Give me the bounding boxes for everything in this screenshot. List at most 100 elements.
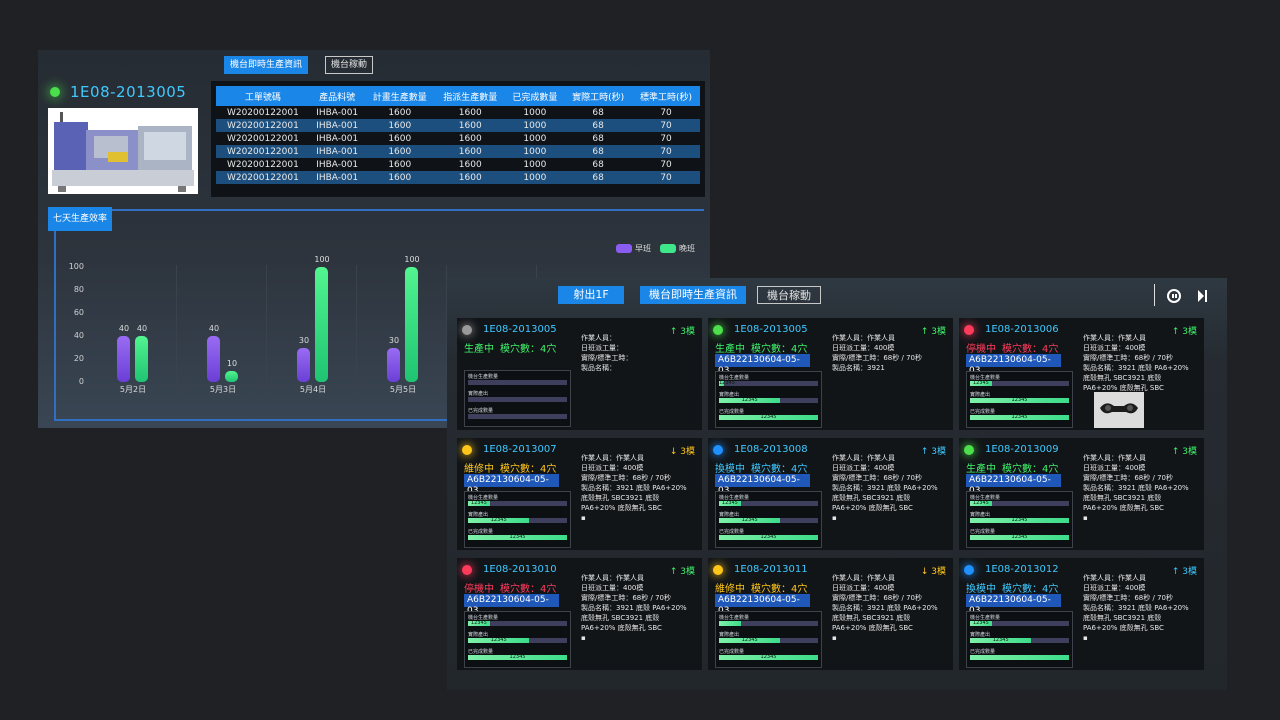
progress-row: 機台生產數量 12345	[719, 494, 818, 511]
progress-track: 12345	[970, 621, 1069, 626]
progress-row: 實際產出	[468, 390, 567, 407]
info-line: 日班派工量：400模	[832, 464, 895, 472]
progress-panel: 機台生產數量 12345 實際產出 12345 已完成數量 12345	[715, 371, 822, 428]
info-line: 作業人員：作業人員	[1083, 574, 1146, 582]
machine-name[interactable]: 1E08-2013005	[483, 324, 557, 335]
info-line: ▪	[832, 514, 837, 522]
info-line: 製品名稱：3921 底殼 PA6+20%	[832, 484, 938, 492]
legend-swatch	[616, 244, 632, 253]
table-cell: 1600	[458, 107, 482, 118]
x-tick-label: 5月3日	[209, 385, 237, 394]
machine-status: 維修中 模穴數：4穴	[715, 580, 807, 595]
machine-name[interactable]: 1E08-2013007	[483, 444, 557, 455]
status-dot	[462, 565, 472, 575]
production-info: 作業人員：作業人員 日班派工量：400模 實際/標準工時：68秒 / 70秒 製品名稱…	[1083, 333, 1199, 393]
progress-row: 實際產出 12345	[468, 511, 567, 528]
progress-track: 12345	[970, 535, 1069, 540]
info-line: 實際/標準工時：68秒 / 70秒	[832, 354, 922, 362]
table-cell: 70	[660, 107, 672, 118]
progress-track: 12345	[468, 621, 567, 626]
machine-name[interactable]: 1E08-2013006	[985, 324, 1059, 335]
machine-card[interactable]: 1E08-2013011 ↓ 3模 維修中 模穴數：4穴 A6B22130604-05-…	[708, 558, 953, 670]
cavity-count: 模穴數：4穴	[500, 344, 557, 355]
tab-machine-realtime-info[interactable]: 機台即時生產資訊	[224, 56, 309, 74]
production-info: 作業人員：作業人員 日班派工量：400模 實際/標準工時：68秒 / 70秒 製品名稱…	[581, 453, 697, 523]
machine-name[interactable]: 1E08-2013010	[483, 564, 557, 575]
machine-name[interactable]: 1E08-2013009	[985, 444, 1059, 455]
info-line: 製品名稱：3921 底殼 PA6+20%	[581, 604, 687, 612]
production-info: 作業人員：作業人員 日班派工量：400模 實際/標準工時：68秒 / 70秒 製品名稱…	[832, 333, 948, 373]
pause-icon[interactable]	[1167, 289, 1181, 303]
info-line: 底殼無孔 SBC3921 底殼	[832, 494, 911, 502]
table-cell: IHBA-001	[316, 133, 359, 144]
machine-card[interactable]: 1E08-2013006 ↑ 3模 停機中 模穴數：4穴 A6B22130604-05-…	[959, 318, 1204, 430]
table-cell: 1000	[523, 159, 547, 170]
tab-machine-utilization[interactable]: 機台稼動	[757, 286, 821, 304]
table-cell: IHBA-001	[309, 119, 365, 132]
progress-track: 12345	[468, 655, 567, 660]
progress-track	[468, 414, 567, 419]
y-tick-label: 20	[73, 354, 84, 363]
chart-bar	[117, 336, 130, 382]
progress-fill: 12345	[468, 638, 530, 643]
machine-name[interactable]: 1E08-2013005	[734, 324, 808, 335]
y-tick-label: 80	[73, 285, 84, 294]
table-cell: 1600	[435, 171, 506, 184]
progress-row: 實際產出 12345	[719, 511, 818, 528]
table-row: W20200122001 IHBA-001 1600 1600 1000 68 70	[216, 158, 700, 171]
table-cell: 1000	[505, 171, 565, 184]
info-line: 底殼無孔 SBC3921 底殼	[1083, 614, 1162, 622]
progress-track: 12345	[719, 638, 818, 643]
info-line: 日班派工量：	[581, 344, 623, 352]
progress-track: 12345	[719, 415, 818, 420]
info-line: 作業人員：作業人員	[832, 574, 895, 582]
info-line: 實際/標準工時：68秒 / 70秒	[1083, 594, 1173, 602]
table-row: W20200122001 IHBA-001 1600 1600 1000 68 70	[216, 132, 700, 145]
y-tick-label: 0	[78, 377, 84, 386]
progress-track: 12345	[719, 398, 818, 403]
machine-card[interactable]: 1E08-2013005 ↑ 3模 生產中 模穴數：4穴 作業人員： 日班派工量： 實際/標…	[457, 318, 702, 430]
tab-machine-utilization[interactable]: 機台稼動	[325, 56, 374, 74]
progress-fill: 12345	[468, 621, 490, 626]
info-line: ▪	[581, 514, 586, 522]
progress-panel: 機台生產數量 12345 實際產出 12345 已完成數量 12345	[966, 491, 1073, 548]
info-line: 實際/標準工時：68秒 / 70秒	[1083, 474, 1173, 482]
machine-card[interactable]: 1E08-2013009 ↑ 3模 生產中 模穴數：4穴 A6B22130604-05-…	[959, 438, 1204, 550]
info-line: PA6+20% 底殼無孔 SBC	[581, 624, 662, 632]
progress-row: 機台生產數量 12345	[719, 374, 818, 391]
table-cell: 70	[660, 159, 672, 170]
info-line: ▪	[581, 634, 586, 642]
machine-name[interactable]: 1E08-2013008	[734, 444, 808, 455]
table-cell: IHBA-001	[316, 159, 359, 170]
machine-name[interactable]: 1E08-2013012	[985, 564, 1059, 575]
machine-name[interactable]: 1E08-2013011	[734, 564, 808, 575]
machine-card[interactable]: 1E08-2013012 ↑ 3模 換模中 模穴數：4穴 A6B22130604-05-…	[959, 558, 1204, 670]
x-tick-label: 5月5日	[389, 385, 417, 394]
progress-track: 12345	[719, 535, 818, 540]
status-dot	[964, 325, 974, 335]
machine-status: 換模中 模穴數：4穴	[966, 580, 1058, 595]
machine-card[interactable]: 1E08-2013008 ↑ 3模 換模中 模穴數：4穴 A6B22130604-05-…	[708, 438, 953, 550]
tab-machine-realtime-info[interactable]: 機台即時生產資訊	[640, 286, 746, 304]
machine-status: 生產中 模穴數：4穴	[464, 340, 556, 355]
machine-card[interactable]: 1E08-2013007 ↓ 3模 維修中 模穴數：4穴 A6B22130604-05-…	[457, 438, 702, 550]
product-code-badge: A6B22130604-05-03	[464, 474, 559, 496]
progress-row: 已完成數量 12345	[468, 648, 567, 665]
progress-fill: 12345	[970, 518, 1069, 523]
area-selector-button[interactable]: 射出1F	[558, 286, 624, 304]
bar-value-label: 40	[136, 324, 148, 333]
column-header: 實際工時(秒)	[564, 86, 633, 106]
progress-fill: 12345	[719, 518, 781, 523]
progress-fill: 12345	[468, 518, 530, 523]
progress-fill: 12345	[719, 638, 781, 643]
table-cell: 1000	[523, 107, 547, 118]
machine-card[interactable]: 1E08-2013005 ↑ 3模 生產中 模穴數：4穴 A6B22130604-05-…	[708, 318, 953, 430]
progress-row: 已完成數量 12345	[970, 528, 1069, 545]
efficiency-chart-title: 七天生產效率	[48, 207, 112, 231]
progress-panel: 機台生產數量 12345 實際產出 12345 已完成數量 12345	[464, 491, 571, 548]
progress-row: 已完成數量 12345	[468, 528, 567, 545]
machine-status: 維修中 模穴數：4穴	[464, 460, 556, 475]
machine-card[interactable]: 1E08-2013010 ↑ 3模 停機中 模穴數：4穴 A6B22130604-05-…	[457, 558, 702, 670]
progress-track: 12345	[970, 398, 1069, 403]
skip-next-icon[interactable]	[1198, 290, 1208, 302]
